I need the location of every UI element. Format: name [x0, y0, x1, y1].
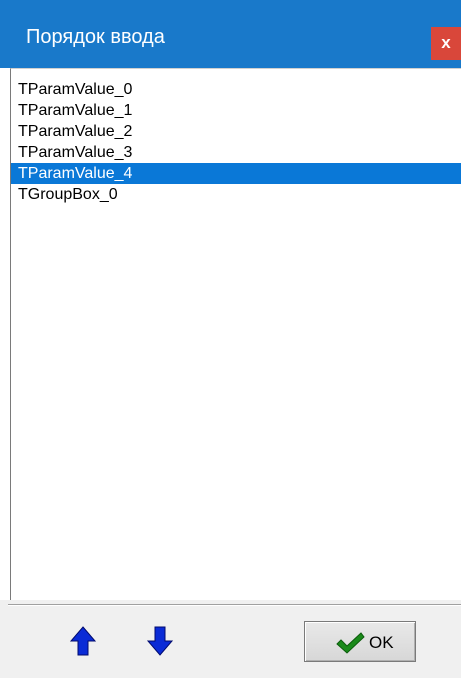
list-item[interactable]: TParamValue_3: [11, 142, 461, 163]
list-item-selected[interactable]: TParamValue_4: [11, 163, 461, 184]
list-item[interactable]: TParamValue_0: [11, 79, 461, 100]
bottom-toolbar: OK: [0, 600, 461, 678]
window-title: Порядок ввода: [26, 26, 165, 48]
title-bar: Порядок ввода x: [0, 0, 461, 68]
tab-order-dialog: Порядок ввода x TParamValue_0 TParamValu…: [0, 0, 461, 678]
ok-button[interactable]: OK: [304, 621, 416, 662]
move-down-button[interactable]: [145, 624, 175, 660]
arrow-down-icon: [146, 626, 174, 656]
arrow-up-icon: [69, 626, 97, 656]
checkmark-icon: [336, 632, 365, 654]
close-button[interactable]: x: [431, 27, 461, 60]
toolbar-divider-highlight: [8, 605, 461, 606]
list-item[interactable]: TGroupBox_0: [11, 184, 461, 205]
list-item[interactable]: TParamValue_1: [11, 100, 461, 121]
ok-button-label: OK: [369, 633, 394, 652]
list-item[interactable]: TParamValue_2: [11, 121, 461, 142]
tab-order-list[interactable]: TParamValue_0 TParamValue_1 TParamValue_…: [10, 68, 461, 600]
move-up-button[interactable]: [68, 624, 98, 660]
